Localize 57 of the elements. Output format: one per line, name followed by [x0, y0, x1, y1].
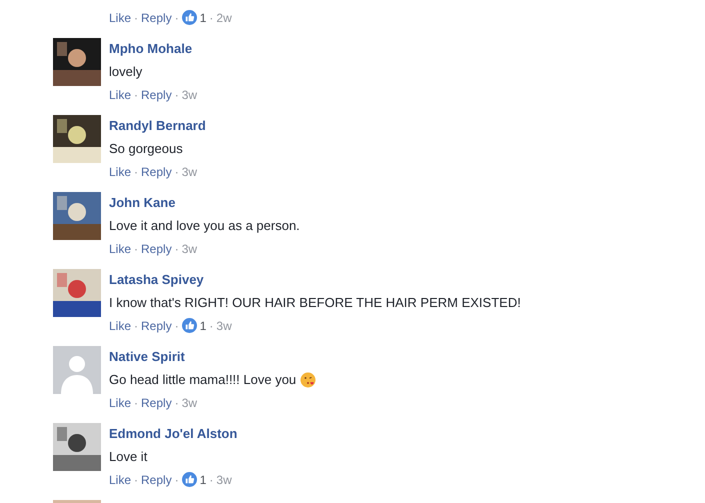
separator-dot: ·: [134, 88, 138, 102]
comment-text: Love it: [109, 448, 148, 466]
separator-dot: ·: [174, 88, 179, 102]
separator-dot: ·: [209, 10, 214, 24]
thumbs-up-icon: [182, 472, 197, 487]
separator-dot: ·: [174, 318, 179, 332]
commenter-name[interactable]: Native Spirit: [109, 345, 316, 368]
comment-text: So gorgeous: [109, 140, 183, 158]
like-link[interactable]: Like: [109, 472, 132, 486]
comment-time[interactable]: 3w: [216, 472, 232, 486]
separator-dot: ·: [134, 242, 138, 256]
separator-dot: ·: [209, 472, 214, 486]
comment-text: Go head little mama!!!! Love you: [109, 371, 296, 389]
comment-text: Love it and love you as a person.: [109, 217, 300, 235]
separator-dot: ·: [134, 10, 138, 24]
comment-text: lovely: [109, 63, 142, 81]
commenter-name[interactable]: Mpho Mohale: [109, 37, 198, 60]
reply-link[interactable]: Reply: [141, 10, 172, 24]
separator-dot: ·: [174, 164, 179, 178]
comment-time[interactable]: 3w: [182, 88, 198, 102]
separator-dot: ·: [134, 164, 138, 178]
reply-link[interactable]: Reply: [141, 396, 172, 410]
reply-link[interactable]: Reply: [141, 242, 172, 256]
separator-dot: ·: [134, 472, 138, 486]
comment-time[interactable]: 3w: [182, 164, 198, 178]
comment-time[interactable]: 3w: [182, 396, 198, 410]
reaction-count[interactable]: 1: [200, 472, 206, 486]
comment-time[interactable]: 2w: [216, 10, 232, 24]
separator-dot: ·: [134, 318, 138, 332]
comment-text: I know that's RIGHT! OUR HAIR BEFORE THE HAIR PERM EXISTED!: [109, 294, 521, 312]
comment-time[interactable]: 3w: [216, 318, 232, 332]
commenter-name[interactable]: Latasha Spivey: [109, 268, 521, 291]
reaction-count[interactable]: 1: [200, 318, 206, 332]
like-link[interactable]: Like: [109, 10, 132, 24]
reply-link[interactable]: Reply: [141, 88, 172, 102]
reaction-count[interactable]: 1: [200, 10, 206, 24]
like-link[interactable]: Like: [109, 318, 132, 332]
like-link[interactable]: Like: [109, 88, 132, 102]
comment-time[interactable]: 3w: [182, 242, 198, 256]
commenter-name[interactable]: Randyl Bernard: [109, 114, 206, 137]
separator-dot: ·: [174, 396, 179, 410]
like-link[interactable]: Like: [109, 396, 132, 410]
thumbs-up-icon: [182, 10, 197, 25]
commenter-name[interactable]: John Kane: [109, 191, 300, 214]
like-link[interactable]: Like: [109, 242, 132, 256]
reply-link[interactable]: Reply: [141, 164, 172, 178]
reply-link[interactable]: Reply: [141, 318, 172, 332]
separator-dot: ·: [134, 396, 138, 410]
separator-dot: ·: [209, 318, 214, 332]
avatar-icon: [53, 346, 101, 394]
like-link[interactable]: Like: [109, 164, 132, 178]
separator-dot: ·: [174, 472, 179, 486]
separator-dot: ·: [174, 242, 179, 256]
reply-link[interactable]: Reply: [141, 472, 172, 486]
separator-dot: ·: [174, 10, 179, 24]
thumbs-up-icon: [182, 318, 197, 333]
commenter-name[interactable]: Edmond Jo'el Alston: [109, 422, 238, 445]
